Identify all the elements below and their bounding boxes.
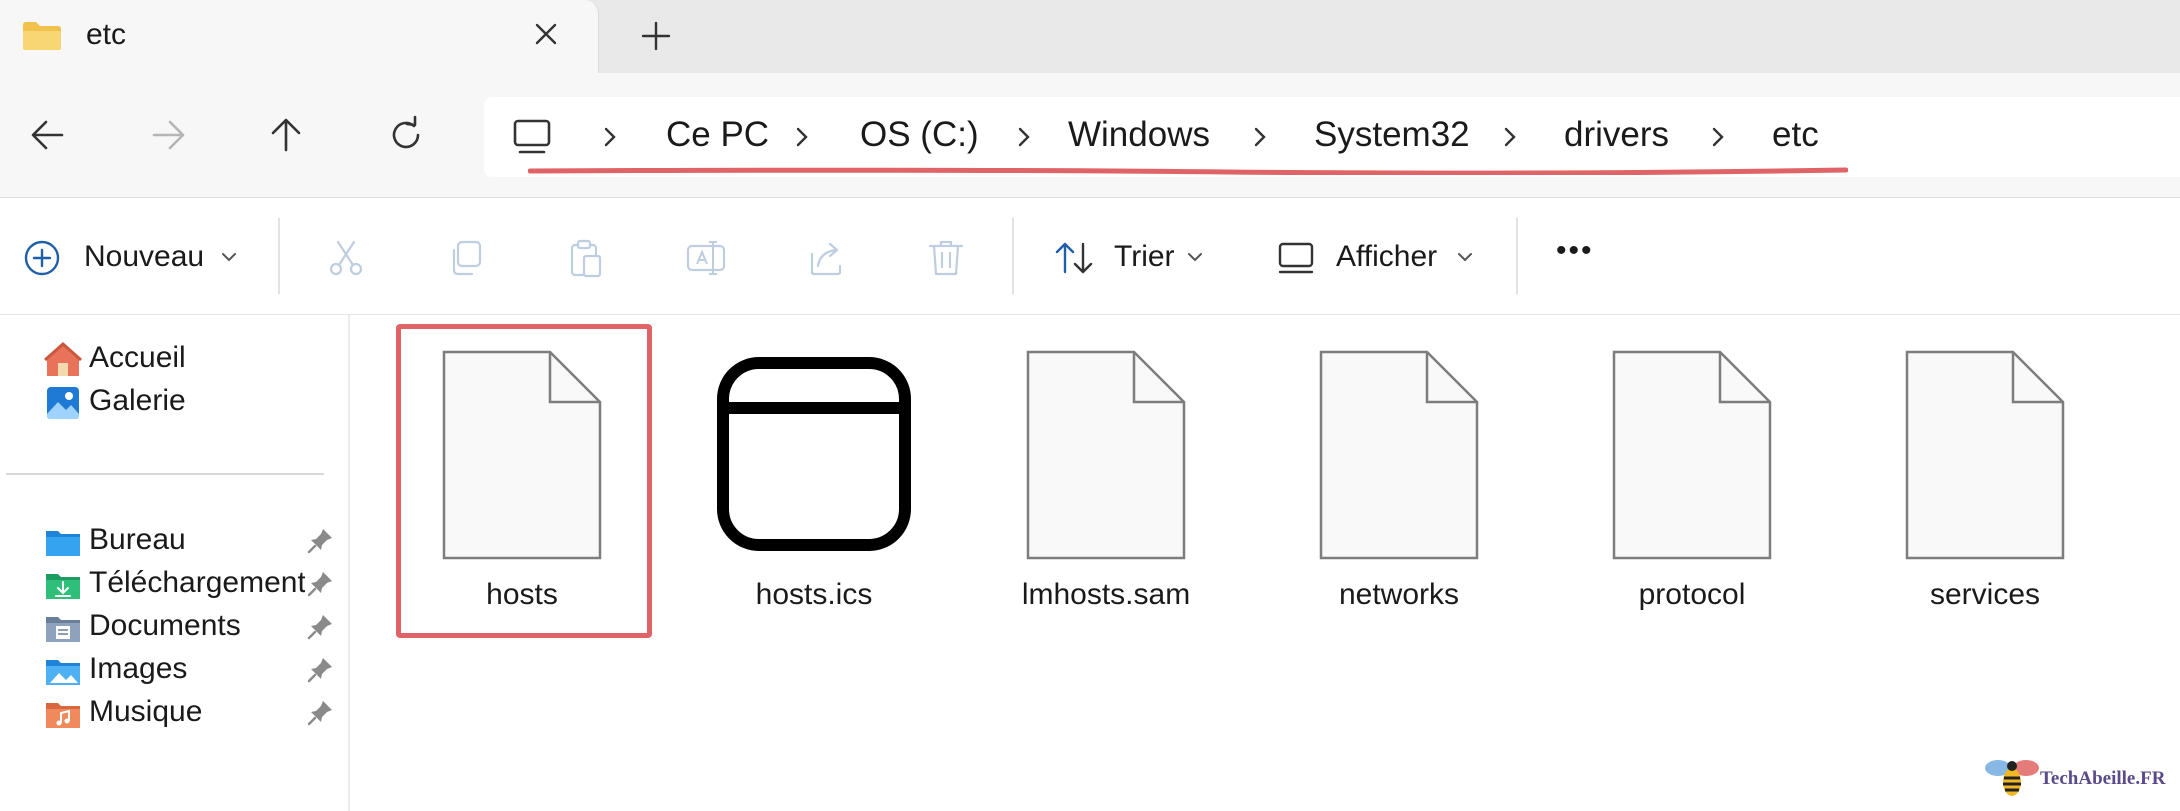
paste-icon[interactable] [564,236,608,280]
share-icon[interactable] [804,236,848,280]
pin-icon[interactable] [306,697,336,727]
tab-title: etc [86,18,127,51]
arrow-right-icon[interactable] [146,113,190,157]
refresh-icon[interactable] [384,113,428,157]
chevron-down-icon[interactable] [1456,250,1474,264]
sidebar-item-label: Documents [89,609,241,642]
tab-etc[interactable]: etc [0,0,599,73]
file-name: hosts.ics [755,578,873,611]
sidebar-item-label: Musique [89,695,203,728]
chevron-down-icon[interactable] [1186,250,1204,264]
music-folder-icon [46,703,80,728]
arrow-up-icon[interactable] [264,113,308,157]
sort-button[interactable]: Trier [1114,240,1175,274]
toolbar-divider [1516,218,1518,294]
close-icon[interactable] [528,16,564,52]
more-options-button[interactable]: ••• [1556,234,1594,268]
copy-icon[interactable] [444,236,488,280]
tab-bar: etc [0,0,2180,73]
pin-icon[interactable] [306,654,336,684]
downloads-folder-icon [46,574,80,599]
breadcrumb-ce-pc[interactable]: Ce PC [666,115,769,155]
pin-icon[interactable] [306,611,336,641]
folder-icon [23,22,61,50]
file-name: networks [1338,578,1460,611]
sidebar-item-label: Galerie [89,384,186,417]
toolbar-divider [278,218,280,294]
documents-folder-icon [46,617,80,642]
toolbar-divider [1012,218,1014,294]
gallery-icon [47,387,79,419]
file-icon [1026,350,1186,560]
home-icon [44,341,82,376]
navigation-pane: Accueil Galerie Bureau Téléchargements D… [0,315,350,811]
chevron-right-icon[interactable] [1706,123,1730,151]
plus-icon[interactable] [636,16,676,56]
cut-icon[interactable] [324,236,368,280]
chevron-right-icon[interactable] [790,123,814,151]
sidebar-divider [6,473,324,475]
sidebar-item-label: Bureau [89,523,186,556]
computer-icon[interactable] [512,117,552,157]
navigation-bar: Ce PC OS (C:) Windows System32 drivers e… [0,73,2180,198]
file-item-lmhosts-sam[interactable]: lmhosts.sam [976,330,1236,630]
address-bar[interactable]: Ce PC OS (C:) Windows System32 drivers e… [484,97,2180,177]
sidebar-item-label: Téléchargements [89,566,305,599]
chevron-right-icon[interactable] [1248,123,1272,151]
pin-icon[interactable] [306,525,336,555]
sidebar-item-label: Images [89,652,188,685]
view-button[interactable]: Afficher [1336,240,1437,274]
breadcrumb-os-c[interactable]: OS (C:) [860,115,979,155]
path-highlight-underline [528,167,1848,175]
file-icon [442,350,602,560]
file-name: services [1929,578,2041,611]
file-item-hosts[interactable]: hosts [392,330,652,630]
bee-icon [1985,760,2039,796]
new-icon[interactable] [20,236,64,280]
pin-icon[interactable] [306,568,336,598]
file-item-hosts-ics[interactable]: hosts.ics [684,330,944,630]
sidebar-item-label: Accueil [89,341,186,374]
delete-icon[interactable] [924,236,968,280]
sidebar-item-musique[interactable]: Musique [0,687,348,739]
desktop-folder-icon [46,531,80,556]
file-name: protocol [1638,578,1746,611]
rename-icon[interactable] [684,236,728,280]
arrow-left-icon[interactable] [26,113,70,157]
view-icon[interactable] [1274,236,1318,280]
sidebar-item-galerie[interactable]: Galerie [0,376,348,428]
watermark-logo: TechAbeille.FR [1984,752,2174,802]
file-item-networks[interactable]: networks [1269,330,1529,630]
chevron-down-icon[interactable] [220,250,238,264]
file-icon [1905,350,2065,560]
file-icon [1612,350,1772,560]
breadcrumb-system32[interactable]: System32 [1314,115,1470,155]
file-name: hosts [486,578,558,611]
watermark-text: TechAbeille.FR [2040,768,2166,789]
breadcrumb-etc[interactable]: etc [1772,115,1819,155]
breadcrumb-drivers[interactable]: drivers [1564,115,1669,155]
sort-icon[interactable] [1052,236,1096,280]
file-icon [1319,350,1479,560]
new-button[interactable]: Nouveau [84,240,204,274]
chevron-right-icon[interactable] [1012,123,1036,151]
breadcrumb-windows[interactable]: Windows [1068,115,1210,155]
chevron-right-icon[interactable] [1498,123,1522,151]
file-name: lmhosts.sam [1021,578,1191,611]
app-window-icon [717,357,911,551]
pictures-folder-icon [46,660,80,685]
file-item-services[interactable]: services [1855,330,2115,630]
file-item-protocol[interactable]: protocol [1562,330,1822,630]
chevron-right-icon[interactable] [598,123,622,151]
command-bar: Nouveau Trier Afficher ••• [0,198,2180,315]
